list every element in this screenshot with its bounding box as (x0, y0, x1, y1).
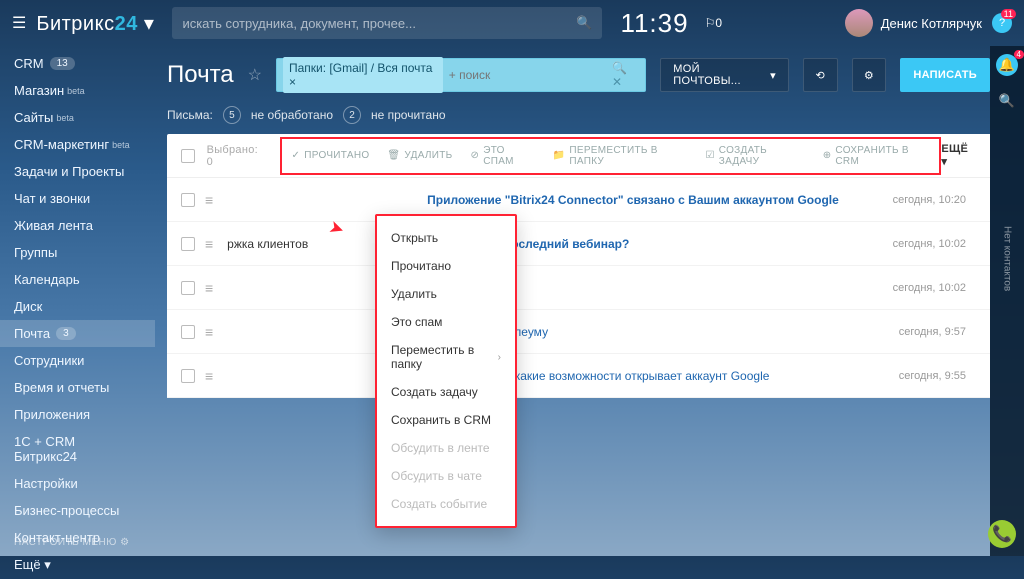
help-icon[interactable]: ?11 (992, 13, 1012, 33)
sidebar-item[interactable]: Чат и звонки (0, 185, 155, 212)
sidebar-item[interactable]: CRM13 (0, 50, 155, 77)
sidebar-item[interactable]: 1С + CRM Битрикс24 (0, 428, 155, 470)
row-date: сегодня, 10:02 (893, 282, 966, 294)
user-menu[interactable]: Денис Котлярчук (845, 9, 982, 37)
search-icon[interactable]: 🔍 (576, 15, 592, 31)
mail-row[interactable]: ≡Denis, узнайте, какие возможности откры… (167, 354, 990, 398)
no-contacts-label: Нет контактов (1002, 226, 1013, 291)
toolbar-actions: ✓ ПРОЧИТАНО 🗑 УДАЛИТЬ ⊘ ЭТО СПАМ 📁 ПЕРЕМ… (280, 137, 942, 175)
row-date: сегодня, 9:57 (899, 326, 966, 338)
row-date: сегодня, 9:55 (899, 370, 966, 382)
folder-filter[interactable]: Папки: [Gmail] / Вся почта × 🔍 ✕ (276, 58, 646, 92)
context-item[interactable]: Это спам (377, 308, 515, 336)
context-item[interactable]: Переместить в папку› (377, 336, 515, 378)
mail-row[interactable]: ≡ржка клиентовКак вам наш последний веби… (167, 222, 990, 266)
sidebar-item[interactable]: Приложения (0, 401, 155, 428)
row-date: сегодня, 10:20 (893, 194, 966, 206)
sidebar-item[interactable]: Магазинbeta (0, 77, 155, 104)
action-move[interactable]: 📁 ПЕРЕМЕСТИТЬ В ПАПКУ (553, 145, 688, 167)
context-item[interactable]: Прочитано (377, 252, 515, 280)
row-menu-icon[interactable]: ≡ (205, 236, 213, 252)
sidebar-item[interactable]: Почта3 (0, 320, 155, 347)
right-rail: 🔔4 🔍 Нет контактов (990, 46, 1024, 556)
row-menu-icon[interactable]: ≡ (205, 280, 213, 296)
avatar (845, 9, 873, 37)
row-menu-icon[interactable]: ≡ (205, 368, 213, 384)
context-item: Создать событие (377, 490, 515, 518)
sidebar-item[interactable]: Настройки (0, 470, 155, 497)
clock: 11:39 (620, 8, 688, 39)
context-item[interactable]: Сохранить в CRM (377, 406, 515, 434)
row-checkbox[interactable] (181, 237, 195, 251)
action-delete[interactable]: 🗑 УДАЛИТЬ (387, 145, 452, 167)
mail-row[interactable]: ≡ Приложение "Bitrix24 Connector" связано… (167, 178, 990, 222)
configure-menu[interactable]: НАСТРОИТЬ МЕНЮ ⚙ (14, 537, 130, 548)
sidebar-item[interactable]: Живая лента (0, 212, 155, 239)
user-name: Денис Котлярчук (881, 16, 982, 31)
flag-icon[interactable]: ⚐ 0 (705, 16, 722, 30)
context-menu: ОткрытьПрочитаноУдалитьЭто спамПеремести… (375, 214, 517, 528)
sidebar-item[interactable]: Сотрудники (0, 347, 155, 374)
top-bar: ☰ Битрикс24 ▾ искать сотрудника, докумен… (0, 0, 1024, 46)
global-search[interactable]: искать сотрудника, документ, прочее... 🔍 (172, 7, 602, 39)
mail-stats: Письма: 5не обработано 2не прочитано (167, 106, 990, 124)
row-checkbox[interactable] (181, 281, 195, 295)
mailbox-dropdown[interactable]: МОЙ ПОЧТОВЫ... ▾ (660, 58, 789, 92)
row-checkbox[interactable] (181, 369, 195, 383)
logo[interactable]: Битрикс24 ▾ (36, 11, 154, 36)
page-title: Почта (167, 61, 234, 89)
toolbar-more[interactable]: ЕЩЁ ▾ (941, 143, 976, 168)
menu-icon[interactable]: ☰ (12, 13, 26, 33)
mail-row[interactable]: ≡Линолеумсегодня, 10:02 (167, 266, 990, 310)
search-icon[interactable]: 🔍 ✕ (612, 61, 639, 89)
folder-search-input[interactable] (449, 68, 612, 82)
context-item[interactable]: Создать задачу (377, 378, 515, 406)
sidebar-item[interactable]: Сайтыbeta (0, 104, 155, 131)
settings-button[interactable]: ⚙ (852, 58, 887, 92)
row-menu-icon[interactable]: ≡ (205, 192, 213, 208)
context-item: Обсудить в чате (377, 462, 515, 490)
action-spam[interactable]: ⊘ ЭТО СПАМ (471, 145, 535, 167)
rail-search-icon[interactable]: 🔍 (996, 90, 1018, 112)
sidebar-item[interactable]: Задачи и Проекты (0, 158, 155, 185)
row-date: сегодня, 10:02 (893, 238, 966, 250)
help-badge: 11 (1001, 9, 1016, 19)
notify-icon[interactable]: 🔔4 (996, 54, 1018, 76)
action-task[interactable]: ☑ СОЗДАТЬ ЗАДАЧУ (706, 145, 805, 167)
context-item[interactable]: Открыть (377, 224, 515, 252)
sidebar-item[interactable]: Ещё ▾ (0, 551, 155, 579)
star-icon[interactable]: ☆ (248, 65, 262, 85)
sidebar-item[interactable]: Группы (0, 239, 155, 266)
row-menu-icon[interactable]: ≡ (205, 324, 213, 340)
selected-count: Выбрано: 0 (207, 144, 266, 168)
sidebar: CRM13МагазинbetaСайтыbetaCRM-маркетингbe… (0, 46, 155, 556)
sidebar-item[interactable]: CRM-маркетингbeta (0, 131, 155, 158)
row-subject[interactable]: Приложение "Bitrix24 Connector" связано … (427, 193, 892, 207)
row-checkbox[interactable] (181, 325, 195, 339)
toolbar: Выбрано: 0 ✓ ПРОЧИТАНО 🗑 УДАЛИТЬ ⊘ ЭТО С… (167, 134, 990, 178)
sidebar-item[interactable]: Бизнес-процессы (0, 497, 155, 524)
select-all-checkbox[interactable] (181, 149, 195, 163)
refresh-button[interactable]: ⟲ (803, 58, 838, 92)
search-placeholder: искать сотрудника, документ, прочее... (182, 16, 416, 31)
compose-button[interactable]: НАПИСАТЬ (900, 58, 990, 92)
folder-tag: Папки: [Gmail] / Вся почта × (283, 57, 443, 93)
mail-row[interactable]: ≡Вопрос по линолеумусегодня, 9:57 (167, 310, 990, 354)
main-content: Почта ☆ Папки: [Gmail] / Вся почта × 🔍 ✕… (155, 46, 990, 556)
row-checkbox[interactable] (181, 193, 195, 207)
phone-icon[interactable]: 📞 (988, 520, 1016, 548)
context-item: Обсудить в ленте (377, 434, 515, 462)
sidebar-item[interactable]: Календарь (0, 266, 155, 293)
mail-panel: Выбрано: 0 ✓ ПРОЧИТАНО 🗑 УДАЛИТЬ ⊘ ЭТО С… (167, 134, 990, 398)
sidebar-item[interactable]: Диск (0, 293, 155, 320)
context-item[interactable]: Удалить (377, 280, 515, 308)
sidebar-item[interactable]: Время и отчеты (0, 374, 155, 401)
action-read[interactable]: ✓ ПРОЧИТАНО (292, 145, 370, 167)
action-crm[interactable]: ⊕ СОХРАНИТЬ В CRM (823, 145, 930, 167)
